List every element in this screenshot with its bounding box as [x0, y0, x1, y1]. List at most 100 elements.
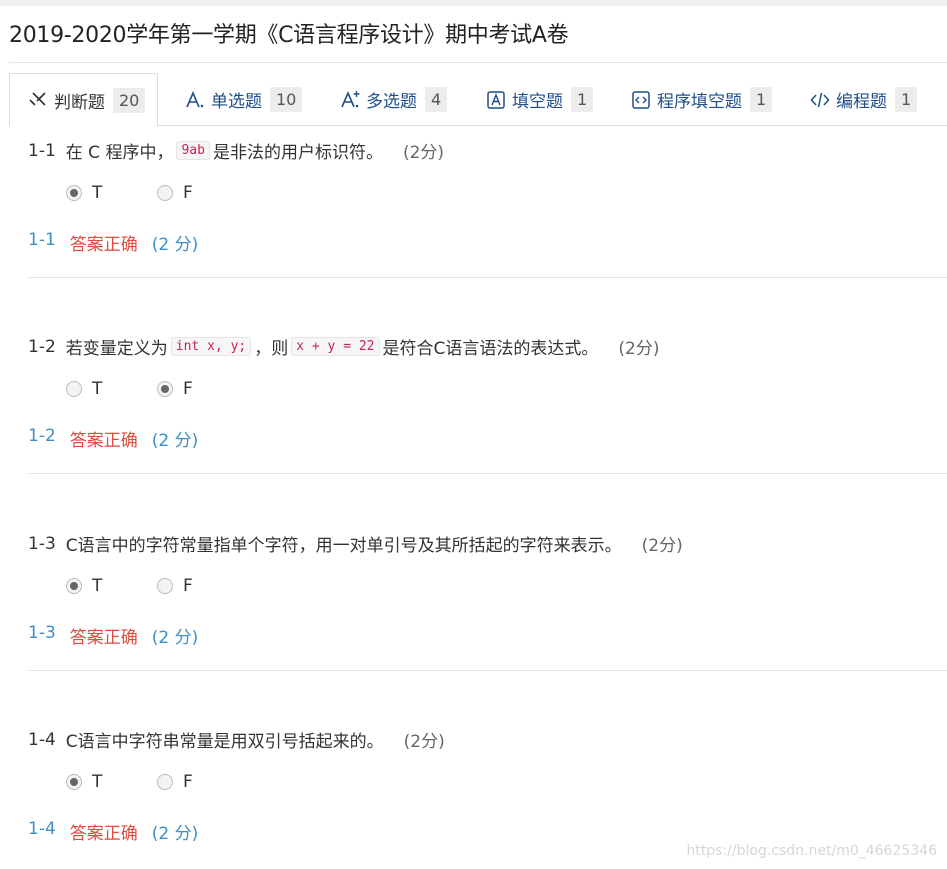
question-item: 1-2 若变量定义为 int x, y; ，则 x + y = 22 是符合C语… [28, 334, 947, 474]
question-type-tabs: 判断题 20 单选题 10 多选题 4 填空题 1 程序填空题 1 编程题 1 [9, 73, 947, 127]
result-points: (2 分) [151, 628, 199, 648]
question-item: 1-4 C语言中字符串常量是用双引号括起来的。 (2分) T F 1-4 答案正… [28, 727, 947, 845]
answer-result: 1-1 答案正确 (2 分) [28, 230, 198, 255]
question-score: (2分) [402, 143, 445, 163]
tab-coding-label: 编程题 [836, 92, 887, 112]
answer-options: T F [66, 379, 248, 399]
radio-button[interactable] [66, 578, 82, 594]
tab-multi-choice[interactable]: 多选题 4 [340, 73, 448, 126]
option-label: T [92, 379, 103, 399]
page-title: 2019-2020学年第一学期《C语言程序设计》期中考试A卷 [9, 23, 569, 48]
tab-fill-blank[interactable]: 填空题 1 [486, 73, 594, 126]
radio-button[interactable] [66, 774, 82, 790]
question-number: 1-1 [28, 140, 56, 161]
option-label: F [183, 379, 193, 399]
tab-single-choice-label: 单选题 [211, 92, 262, 112]
tab-coding-count: 1 [895, 87, 918, 112]
watermark: https://blog.csdn.net/m0_46625346 [686, 843, 937, 859]
tab-multi-choice-count: 4 [425, 87, 448, 112]
radio-button[interactable] [157, 381, 173, 397]
question-number: 1-4 [28, 729, 56, 750]
result-points: (2 分) [151, 235, 199, 255]
top-bar [0, 0, 947, 6]
answer-options: T F [66, 772, 248, 792]
radio-button[interactable] [157, 774, 173, 790]
single-choice-icon [185, 90, 205, 110]
option-label: T [92, 183, 103, 203]
question-item: 1-3 C语言中的字符常量指单个字符，用一对单引号及其所括起的字符来表示。 (2… [28, 531, 947, 671]
title-divider [9, 62, 947, 63]
tab-program-fill-count: 1 [750, 87, 773, 112]
radio-button[interactable] [66, 381, 82, 397]
option-false[interactable]: F [157, 183, 248, 203]
question-text: 1-4 C语言中字符串常量是用双引号括起来的。 (2分) [28, 727, 947, 753]
question-text-part: 是符合C语言语法的表达式。 [382, 339, 599, 359]
inline-code: int x, y; [170, 337, 252, 356]
question-text-part: 是非法的用户标识符。 [212, 143, 383, 163]
tab-single-choice[interactable]: 单选题 10 [185, 73, 303, 126]
question-score: (2分) [618, 339, 660, 359]
option-label: F [183, 183, 193, 203]
result-points: (2 分) [151, 824, 199, 844]
option-false[interactable]: F [157, 772, 248, 792]
tab-fill-blank-label: 填空题 [512, 92, 563, 112]
multi-choice-icon [340, 90, 360, 110]
inline-code: x + y = 22 [291, 337, 380, 356]
tab-judge-label: 判断题 [54, 92, 105, 113]
option-label: T [92, 772, 103, 792]
question-score: (2分) [403, 732, 445, 752]
question-text-part: 若变量定义为 [65, 339, 168, 359]
tab-single-choice-count: 10 [270, 87, 303, 112]
option-true[interactable]: T [66, 576, 157, 596]
option-true[interactable]: T [66, 183, 157, 203]
answer-result: 1-4 答案正确 (2 分) [28, 819, 198, 844]
result-number: 1-2 [28, 426, 56, 446]
tab-judge[interactable]: 判断题 20 [9, 73, 159, 127]
option-true[interactable]: T [66, 772, 157, 792]
result-status: 答案正确 [69, 824, 138, 844]
result-number: 1-3 [28, 623, 56, 643]
question-divider [28, 277, 947, 278]
code-icon [810, 90, 830, 110]
tab-multi-choice-label: 多选题 [366, 92, 417, 112]
question-text: 1-2 若变量定义为 int x, y; ，则 x + y = 22 是符合C语… [28, 334, 947, 360]
tab-program-fill-label: 程序填空题 [657, 92, 742, 112]
answer-result: 1-3 答案正确 (2 分) [28, 623, 198, 648]
option-label: F [183, 576, 193, 596]
question-text-part: 在 C 程序中， [65, 143, 174, 163]
option-false[interactable]: F [157, 379, 248, 399]
radio-button[interactable] [157, 185, 173, 201]
tab-program-fill[interactable]: 程序填空题 1 [631, 73, 773, 126]
program-fill-icon [631, 90, 651, 110]
option-label: F [183, 772, 193, 792]
option-true[interactable]: T [66, 379, 157, 399]
judge-icon [28, 90, 48, 110]
tab-fill-blank-count: 1 [571, 87, 594, 112]
result-number: 1-4 [28, 819, 56, 839]
answer-options: T F [66, 576, 248, 596]
result-points: (2 分) [151, 431, 199, 451]
option-false[interactable]: F [157, 576, 248, 596]
question-text-part: ，则 [254, 339, 289, 359]
result-status: 答案正确 [69, 431, 138, 451]
radio-button[interactable] [157, 578, 173, 594]
question-score: (2分) [641, 536, 683, 556]
fill-blank-icon [486, 90, 506, 110]
inline-code: 9ab [176, 141, 210, 160]
question-item: 1-1 在 C 程序中， 9ab 是非法的用户标识符。 (2分) T F 1-1… [28, 138, 947, 278]
question-divider [28, 670, 947, 671]
question-divider [28, 473, 947, 474]
answer-options: T F [66, 183, 248, 203]
tab-judge-count: 20 [113, 87, 146, 113]
answer-result: 1-2 答案正确 (2 分) [28, 426, 198, 451]
tab-coding[interactable]: 编程题 1 [810, 73, 918, 126]
result-status: 答案正确 [69, 628, 138, 648]
result-status: 答案正确 [69, 235, 138, 255]
question-text: 1-3 C语言中的字符常量指单个字符，用一对单引号及其所括起的字符来表示。 (2… [28, 531, 947, 557]
question-number: 1-3 [28, 533, 56, 554]
option-label: T [92, 576, 103, 596]
question-text: 1-1 在 C 程序中， 9ab 是非法的用户标识符。 (2分) [28, 138, 947, 164]
question-text-part: C语言中字符串常量是用双引号括起来的。 [65, 732, 384, 752]
question-text-part: C语言中的字符常量指单个字符，用一对单引号及其所括起的字符来表示。 [65, 536, 622, 556]
radio-button[interactable] [66, 185, 82, 201]
